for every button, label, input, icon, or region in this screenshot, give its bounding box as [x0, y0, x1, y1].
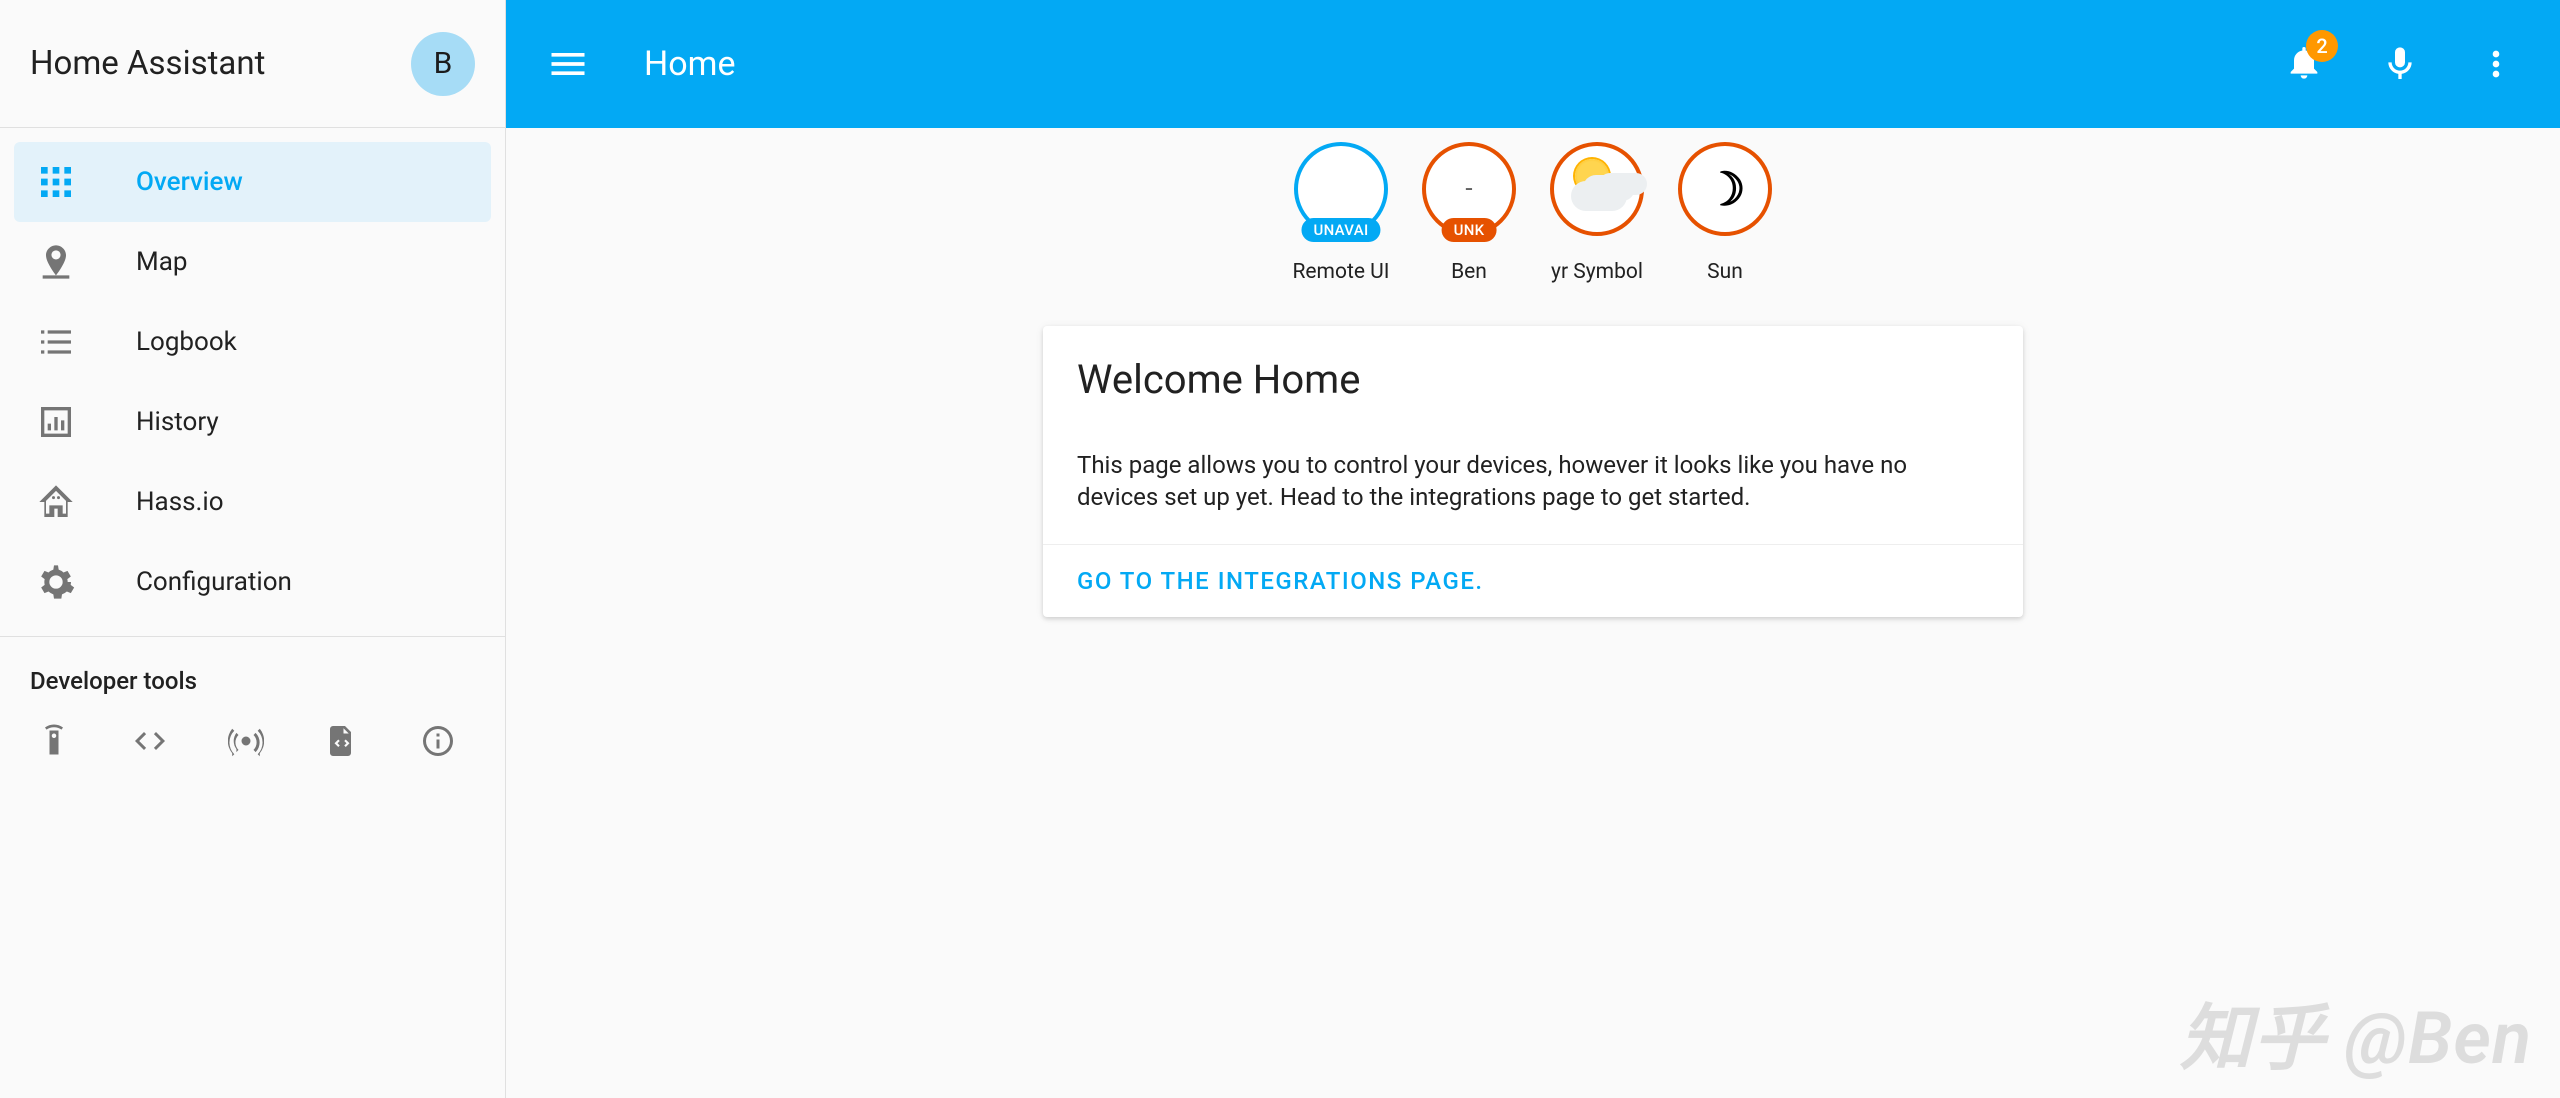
sidebar-item-overview[interactable]: Overview — [14, 142, 491, 222]
radio-tower-icon[interactable] — [228, 723, 264, 759]
gear-icon — [36, 562, 76, 602]
card-body: This page allows you to control your dev… — [1043, 423, 2023, 544]
developer-tools-icons — [30, 723, 475, 759]
watermark: 知乎 @Ben — [2180, 979, 2532, 1084]
badge-sun[interactable]: ☽ Sun — [1672, 142, 1778, 284]
sidebar-item-label: History — [136, 407, 219, 437]
sidebar-item-history[interactable]: History — [14, 382, 491, 462]
sidebar: Home Assistant B Overview Map Logbook Hi… — [0, 0, 506, 1098]
sidebar-nav: Overview Map Logbook History Hass.io Con… — [0, 128, 505, 622]
menu-icon[interactable] — [546, 42, 590, 86]
badge-state-pill: UNAVAI — [1301, 218, 1380, 242]
badge-label: Remote UI — [1292, 260, 1389, 284]
badge-ben[interactable]: - UNK Ben — [1416, 142, 1522, 284]
notifications-button[interactable]: 2 — [2284, 42, 2324, 86]
badge-body-text: - — [1465, 174, 1472, 204]
sidebar-item-map[interactable]: Map — [14, 222, 491, 302]
user-avatar[interactable]: B — [411, 32, 475, 96]
badge-label: Ben — [1451, 260, 1487, 284]
notification-badge: 2 — [2306, 30, 2338, 62]
badge-label: yr Symbol — [1551, 260, 1643, 284]
remote-icon[interactable] — [36, 723, 72, 759]
badge-circle: - UNK — [1422, 142, 1516, 236]
sidebar-header: Home Assistant B — [0, 0, 505, 128]
list-icon — [36, 322, 76, 362]
file-code-icon[interactable] — [324, 723, 360, 759]
chart-icon — [36, 402, 76, 442]
sidebar-item-label: Logbook — [136, 327, 237, 357]
info-icon[interactable] — [420, 723, 456, 759]
weather-partly-cloudy-icon — [1567, 163, 1627, 215]
dashboard-icon — [36, 162, 76, 202]
badge-circle: UNAVAI — [1294, 142, 1388, 236]
sidebar-item-label: Hass.io — [136, 487, 224, 517]
badge-label: Sun — [1707, 260, 1743, 284]
sidebar-item-label: Configuration — [136, 567, 292, 597]
sidebar-item-configuration[interactable]: Configuration — [14, 542, 491, 622]
developer-tools-section: Developer tools — [0, 636, 505, 759]
badge-remote-ui[interactable]: UNAVAI Remote UI — [1288, 142, 1394, 284]
badge-circle: ☽ — [1678, 142, 1772, 236]
sidebar-item-logbook[interactable]: Logbook — [14, 302, 491, 382]
badge-row: UNAVAI Remote UI - UNK Ben yr Symbol — [506, 128, 2560, 284]
sidebar-item-label: Map — [136, 247, 187, 277]
microphone-icon[interactable] — [2380, 44, 2420, 84]
page-title: Home — [644, 44, 2284, 84]
sidebar-item-label: Overview — [136, 167, 243, 197]
code-icon[interactable] — [132, 723, 168, 759]
sidebar-item-hassio[interactable]: Hass.io — [14, 462, 491, 542]
moon-icon: ☽ — [1704, 162, 1745, 217]
badge-state-pill: UNK — [1442, 218, 1497, 242]
map-marker-icon — [36, 242, 76, 282]
topbar: Home 2 — [506, 0, 2560, 128]
card-title: Welcome Home — [1043, 326, 2023, 423]
badge-circle — [1550, 142, 1644, 236]
go-to-integrations-link[interactable]: GO TO THE INTEGRATIONS PAGE. — [1077, 567, 1484, 595]
home-assistant-icon — [36, 482, 76, 522]
app-title: Home Assistant — [30, 44, 265, 83]
topbar-actions: 2 — [2284, 42, 2516, 86]
welcome-card: Welcome Home This page allows you to con… — [1043, 326, 2023, 617]
user-initial: B — [434, 46, 453, 81]
content: UNAVAI Remote UI - UNK Ben yr Symbol — [506, 128, 2560, 1098]
card-actions: GO TO THE INTEGRATIONS PAGE. — [1043, 544, 2023, 617]
developer-tools-title: Developer tools — [30, 667, 475, 695]
main: Home 2 UNAVAI Remote UI - UNK — [506, 0, 2560, 1098]
badge-yr-symbol[interactable]: yr Symbol — [1544, 142, 1650, 284]
kebab-menu-icon[interactable] — [2476, 44, 2516, 84]
